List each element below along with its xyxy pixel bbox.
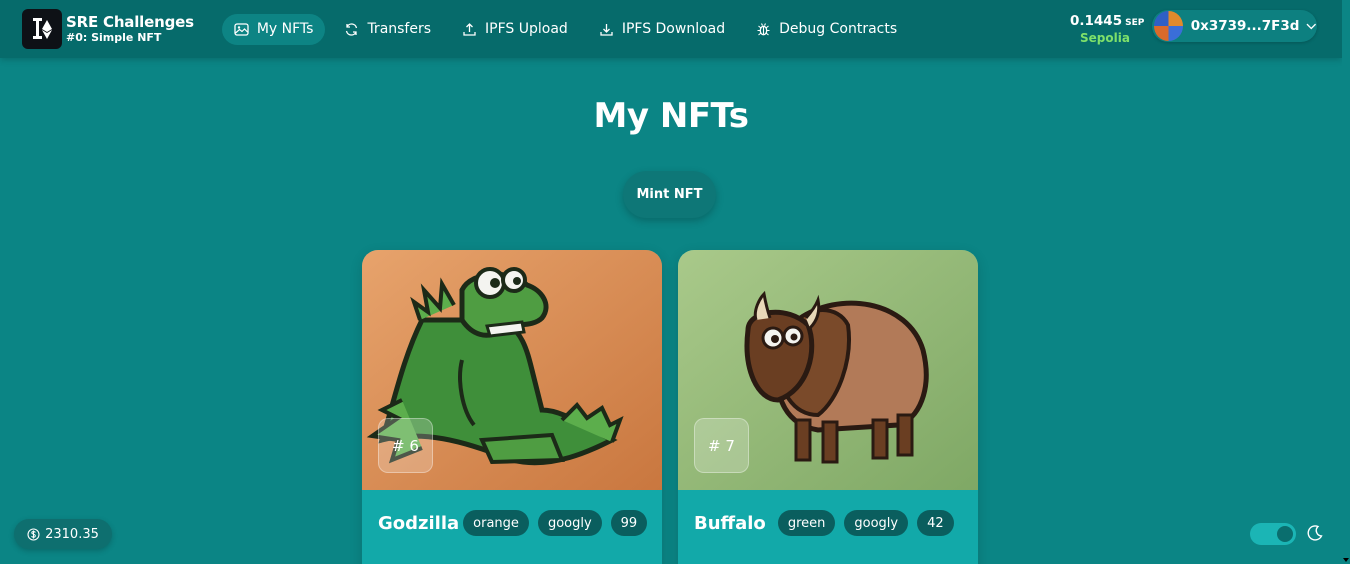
avatar [1154,11,1183,41]
nft-tag: green [777,510,836,536]
download-icon [600,23,613,36]
nav-label: My NFTs [256,21,314,37]
nav-label: Debug Contracts [779,21,898,37]
nav-my-nfts[interactable]: My NFTs [221,13,326,45]
toggle-knob [1277,526,1293,542]
eth-price: 2310.35 [45,526,99,542]
nav-label: Transfers [367,21,432,37]
nft-name: Buffalo [694,512,766,534]
balance-unit: SEP [1125,18,1145,28]
nft-card: # 7 Buffalo green googly 42 [678,250,978,564]
brand-title: SRE Challenges [66,12,194,31]
brand-subtitle: #0: Simple NFT [66,31,162,45]
nft-tag: googly [844,510,909,536]
nav-ipfs-download[interactable]: IPFS Download [587,14,737,45]
nft-description [678,536,978,550]
top-navbar: SRE Challenges #0: Simple NFT My NFTs Tr… [0,0,1342,58]
balance-amount: 0.1445 [1070,13,1123,29]
logo-icon [33,18,52,39]
eth-price-pill[interactable]: 2310.35 [14,519,112,549]
nft-tag: googly [537,510,602,536]
account-dropdown[interactable]: 0x3739...7F3d [1152,10,1317,42]
nav-transfers[interactable]: Transfers [332,14,443,45]
wallet-address: 0x3739...7F3d [1190,18,1300,34]
nav-debug-contracts[interactable]: Debug Contracts [744,14,909,45]
nft-tag: 42 [917,510,954,536]
image-icon [234,22,249,36]
wallet-balance: 0.1445 SEP Sepolia [1070,10,1144,45]
scroll-down-arrow-icon[interactable] [1343,558,1349,562]
nav-ipfs-upload[interactable]: IPFS Upload [450,14,580,45]
refresh-icon [346,22,358,36]
page-title: My NFTs [593,96,749,136]
nft-tag: 99 [610,510,648,536]
moon-icon [1307,525,1323,541]
main-nav: My NFTs Transfers IPFS Upload IPFS Downl… [221,13,916,45]
nft-name: Godzilla [378,512,460,534]
nft-description [362,536,662,550]
dollar-icon [27,527,40,541]
nav-label: IPFS Download [621,21,726,37]
chevron-down-icon [1306,23,1317,29]
logo [22,9,62,49]
token-id-badge: # 6 [378,418,433,473]
brand-link[interactable]: SRE Challenges #0: Simple NFT [22,9,194,49]
upload-icon [463,22,476,36]
network-name: Sepolia [1080,31,1130,45]
nft-card: # 6 Godzilla orange googly 99 [362,250,662,564]
bug-icon [757,22,770,35]
scrollbar[interactable] [1342,0,1350,564]
nft-image: # 6 [362,250,662,490]
nav-label: IPFS Upload [485,21,568,37]
token-id-badge: # 7 [694,418,749,473]
nft-tag: orange [463,510,529,536]
mint-nft-button[interactable]: Mint NFT [623,171,716,218]
theme-toggle[interactable] [1250,523,1296,545]
nft-image: # 7 [678,250,978,490]
